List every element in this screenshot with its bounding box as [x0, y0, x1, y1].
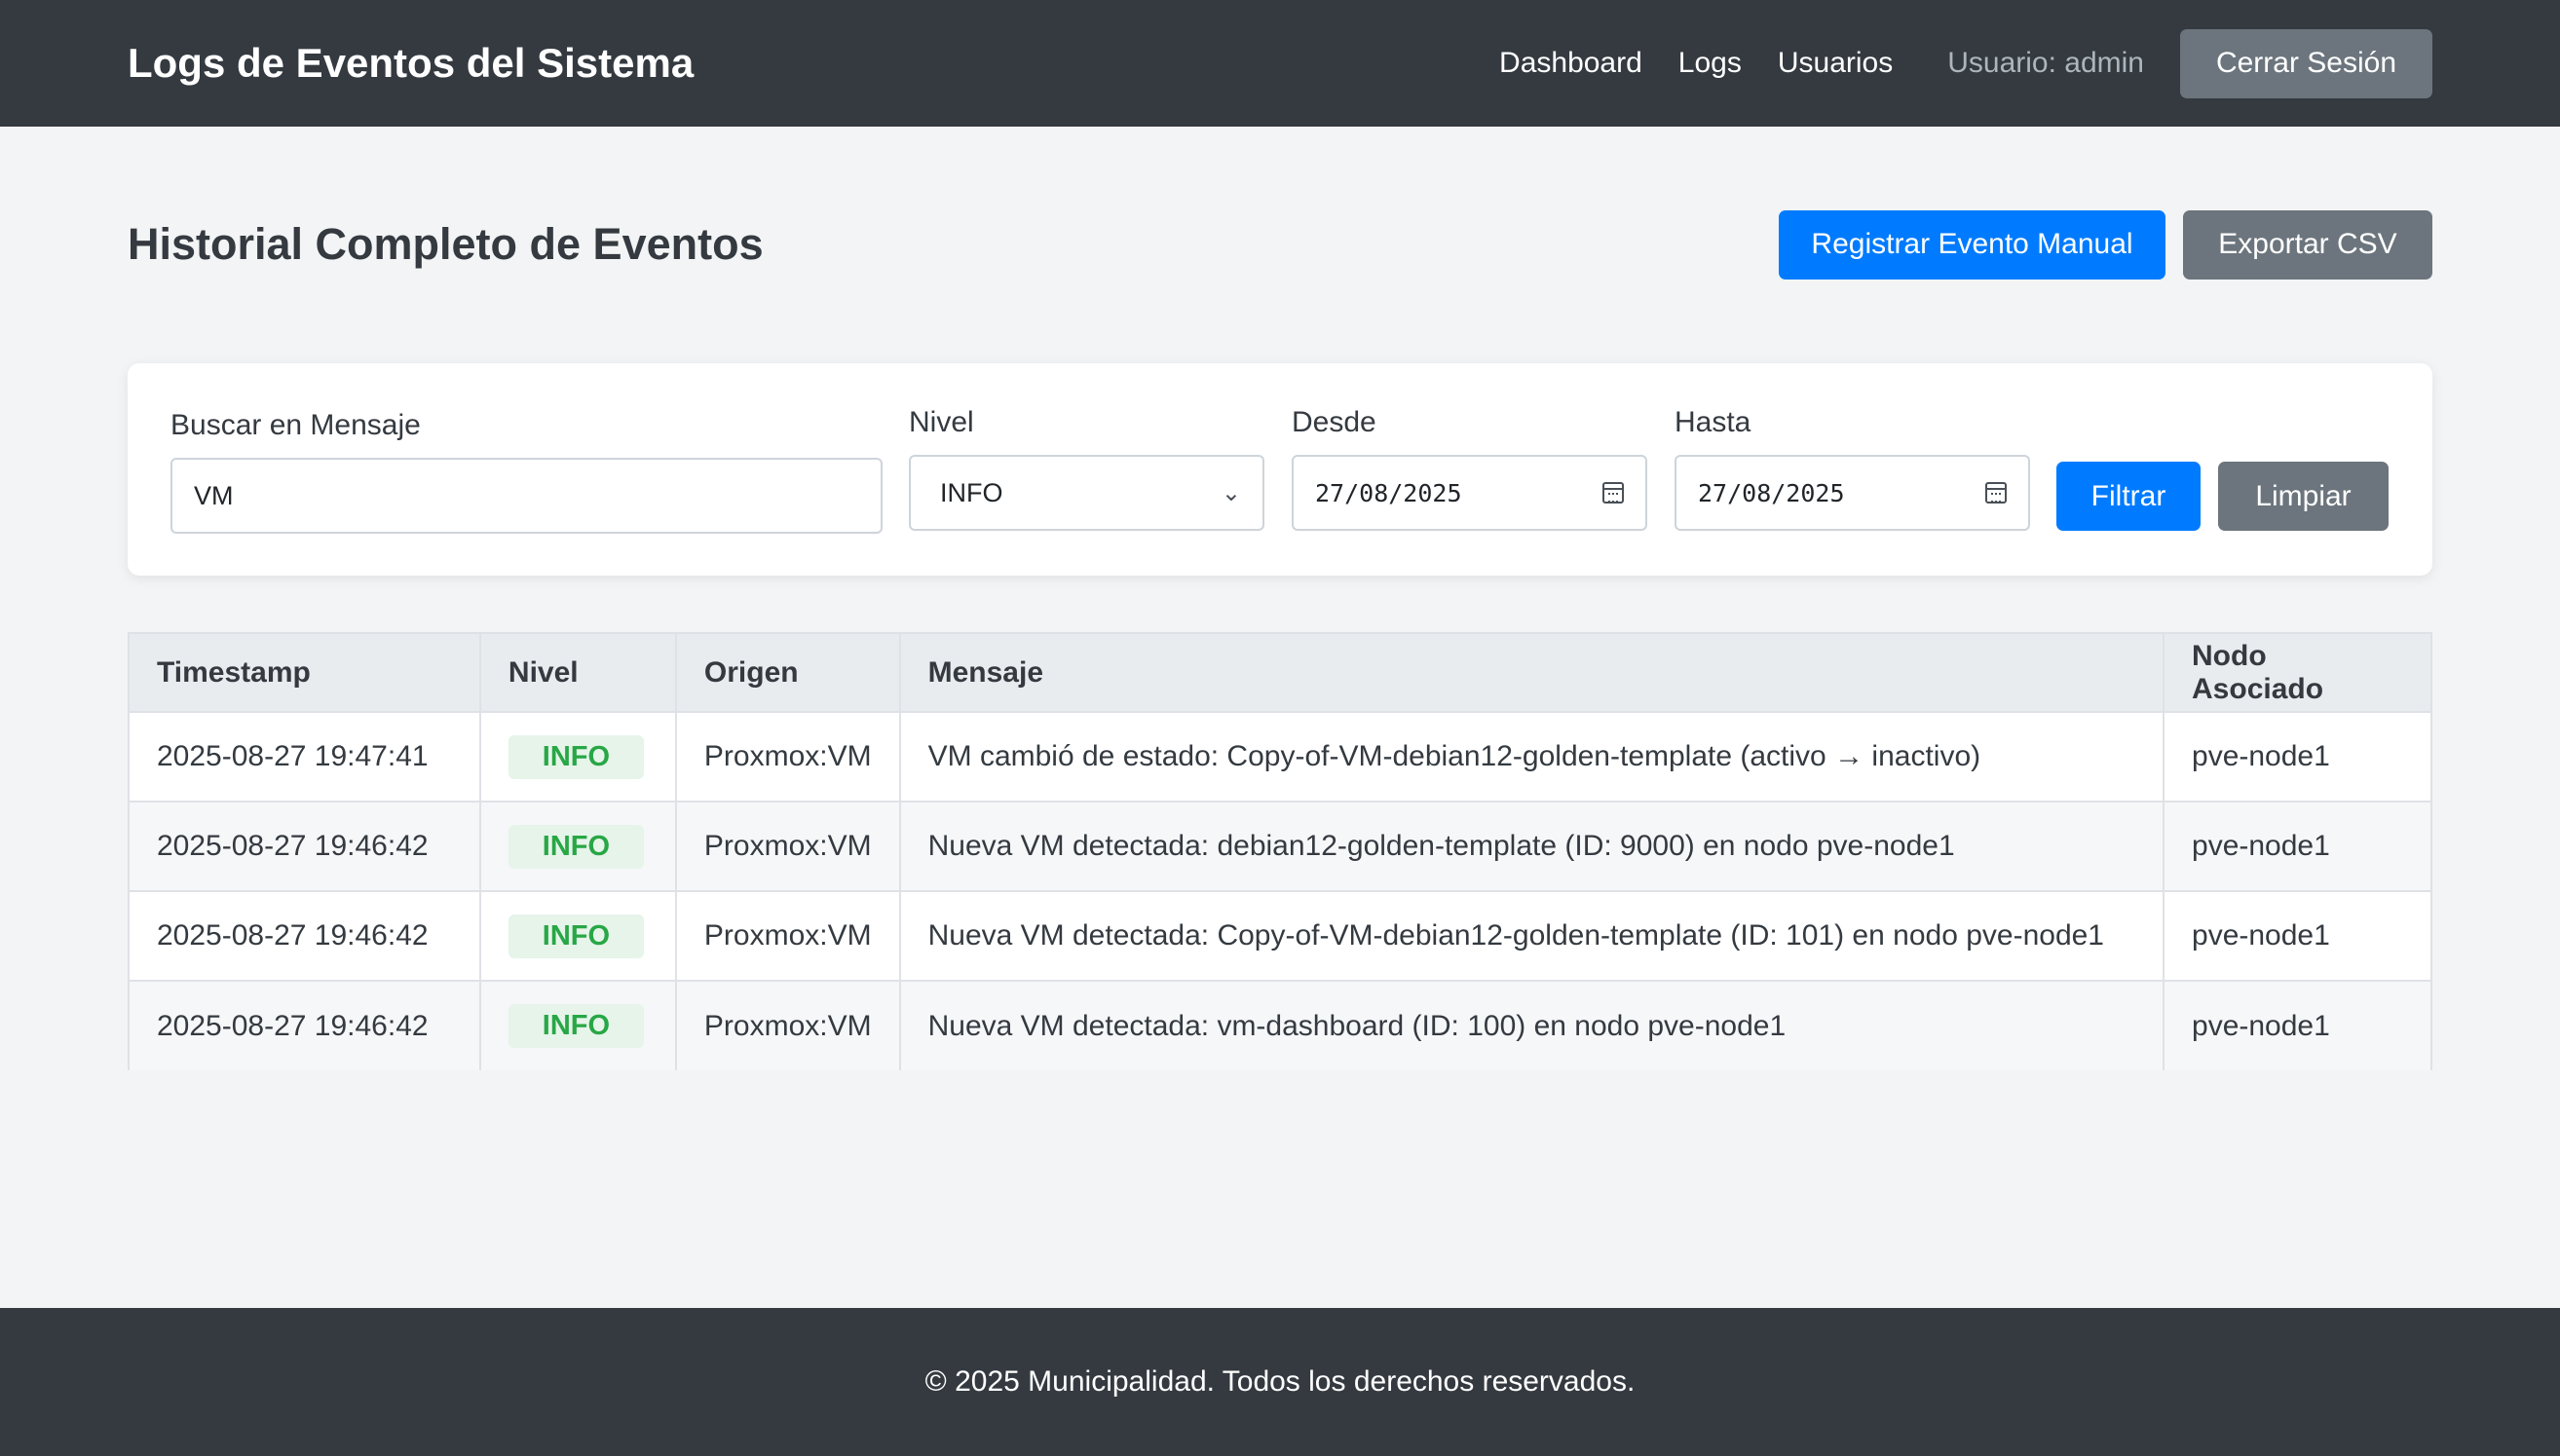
cell-message: VM cambió de estado: Copy-of-VM-debian12…: [899, 712, 2165, 803]
app-title: Logs de Eventos del Sistema: [128, 40, 695, 86]
page-actions: Registrar Evento Manual Exportar CSV: [1779, 209, 2432, 280]
column-header-node[interactable]: Nodo Asociado: [2164, 634, 2430, 713]
cell-node: pve-node1: [2164, 891, 2430, 982]
page-header: Historial Completo de Eventos Registrar …: [128, 209, 2432, 280]
cell-origin: Proxmox:VM: [675, 891, 901, 982]
nav-link-logs[interactable]: Logs: [1678, 47, 1742, 80]
filter-button[interactable]: Filtrar: [2056, 462, 2201, 531]
cell-origin: Proxmox:VM: [675, 981, 901, 1070]
chevron-down-icon: ⌄: [1221, 479, 1241, 506]
level-badge: INFO: [508, 1004, 644, 1048]
to-date-value: 27/08/2025: [1698, 478, 1845, 507]
cell-origin: Proxmox:VM: [675, 712, 901, 803]
cell-message: Nueva VM detectada: Copy-of-VM-debian12-…: [899, 891, 2165, 982]
calendar-icon[interactable]: [1602, 482, 1624, 504]
cell-origin: Proxmox:VM: [675, 802, 901, 892]
cell-timestamp: 2025-08-27 19:46:42: [130, 981, 481, 1070]
cell-timestamp: 2025-08-27 19:46:42: [130, 891, 481, 982]
current-user-label: Usuario: admin: [1947, 47, 2144, 79]
cell-node: pve-node1: [2164, 981, 2430, 1070]
level-label: Nivel: [909, 406, 974, 438]
nav-link-usuarios[interactable]: Usuarios: [1778, 47, 1893, 80]
cell-message: Nueva VM detectada: debian12-golden-temp…: [899, 802, 2165, 892]
to-date-label: Hasta: [1675, 406, 1751, 438]
column-header-timestamp[interactable]: Timestamp: [130, 634, 481, 713]
cell-node: pve-node1: [2164, 712, 2430, 803]
cell-message: Nueva VM detectada: vm-dashboard (ID: 10…: [899, 981, 2165, 1070]
nav-link-dashboard[interactable]: Dashboard: [1499, 47, 1642, 80]
from-date-input[interactable]: 27/08/2025: [1292, 455, 1647, 531]
column-header-level[interactable]: Nivel: [479, 634, 677, 713]
column-header-message[interactable]: Mensaje: [899, 634, 2165, 713]
footer-copyright: © 2025 Municipalidad. Todos los derechos…: [924, 1365, 1636, 1398]
page-footer: © 2025 Municipalidad. Todos los derechos…: [0, 1308, 2560, 1456]
search-input-value: VM: [194, 480, 234, 510]
main-nav: Dashboard Logs Usuarios Usuario: admin C…: [1463, 28, 2432, 98]
to-date-input[interactable]: 27/08/2025: [1675, 455, 2030, 531]
search-label: Buscar en Mensaje: [170, 409, 421, 441]
cell-level: INFO: [479, 802, 677, 892]
table-row: 2025-08-27 19:46:42 INFO Proxmox:VM Nuev…: [130, 891, 2430, 982]
level-badge: INFO: [508, 734, 644, 779]
page-title: Historial Completo de Eventos: [128, 219, 764, 269]
cell-level: INFO: [479, 891, 677, 982]
search-input[interactable]: VM: [170, 458, 883, 534]
table-row: 2025-08-27 19:47:41 INFO Proxmox:VM VM c…: [130, 712, 2430, 803]
clear-button[interactable]: Limpiar: [2218, 462, 2389, 531]
from-date-value: 27/08/2025: [1315, 478, 1462, 507]
export-csv-button[interactable]: Exportar CSV: [2183, 209, 2432, 280]
level-select-value: INFO: [940, 477, 1003, 507]
cell-level: INFO: [479, 712, 677, 803]
logout-button[interactable]: Cerrar Sesión: [2180, 28, 2432, 98]
column-header-origin[interactable]: Origen: [675, 634, 901, 713]
calendar-icon[interactable]: [1985, 482, 2007, 504]
level-badge: INFO: [508, 914, 644, 958]
register-event-button[interactable]: Registrar Evento Manual: [1779, 209, 2165, 280]
from-date-label: Desde: [1292, 406, 1376, 438]
top-navbar: Logs de Eventos del Sistema Dashboard Lo…: [0, 0, 2560, 127]
level-select[interactable]: INFO ⌄: [909, 455, 1264, 531]
table-row: 2025-08-27 19:46:42 INFO Proxmox:VM Nuev…: [130, 802, 2430, 892]
cell-node: pve-node1: [2164, 802, 2430, 892]
events-table: Timestamp Nivel Origen Mensaje Nodo Asoc…: [128, 632, 2432, 1070]
cell-timestamp: 2025-08-27 19:47:41: [130, 712, 481, 803]
table-header-row: Timestamp Nivel Origen Mensaje Nodo Asoc…: [130, 634, 2430, 713]
table-row: 2025-08-27 19:46:42 INFO Proxmox:VM Nuev…: [130, 981, 2430, 1070]
level-badge: INFO: [508, 824, 644, 869]
cell-level: INFO: [479, 981, 677, 1070]
cell-timestamp: 2025-08-27 19:46:42: [130, 802, 481, 892]
